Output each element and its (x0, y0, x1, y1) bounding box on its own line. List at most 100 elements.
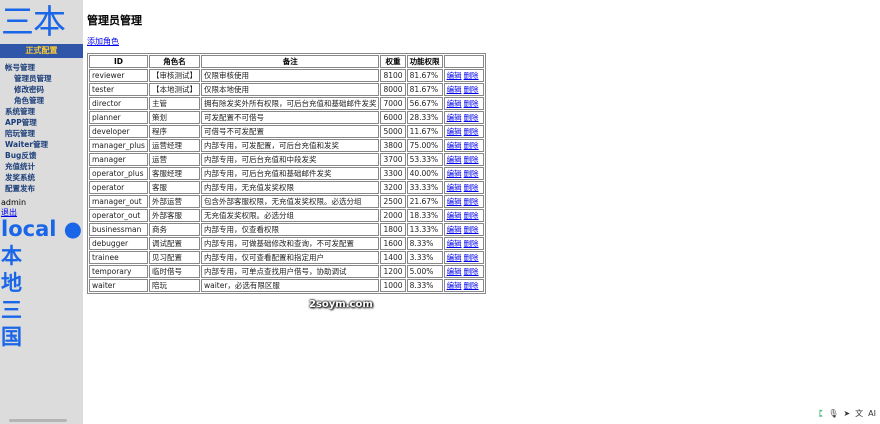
delete-role-link[interactable]: 删除 (464, 253, 479, 262)
edit-role-link[interactable]: 编辑 (447, 113, 462, 122)
edit-role-link[interactable]: 编辑 (447, 127, 462, 136)
table-row: trainee 见习配置 内部专用，仅可查看配置和指定用户 1400 3.33% 编辑 删除 (89, 251, 484, 264)
cell-note: 内部专用，仅可查看配置和指定用户 (200, 251, 380, 264)
cell-role-name: 外部运营 (148, 195, 200, 208)
cell-note: 可借号不可发配置 (200, 125, 380, 138)
cell-note: 内部专用，仅查看权限 (200, 223, 380, 236)
cell-id: temporary (89, 265, 148, 278)
cell-weight: 3800 (380, 139, 406, 152)
cell-weight: 8000 (380, 83, 406, 96)
environment-name-line: 国 (1, 325, 22, 349)
edit-role-link[interactable]: 编辑 (447, 85, 462, 94)
edit-role-link[interactable]: 编辑 (447, 169, 462, 178)
delete-role-link[interactable]: 删除 (464, 141, 479, 150)
cell-role-name: 见习配置 (148, 251, 200, 264)
sidebar-horizontal-scrollbar[interactable] (9, 419, 67, 422)
current-user-name: admin (1, 198, 27, 207)
delete-role-link[interactable]: 删除 (464, 225, 479, 234)
cell-role-name: 外部客服 (148, 209, 200, 222)
table-row: operator 客服 内部专用，无充值发奖权限 3200 33.33% 编辑 删除 (89, 181, 484, 194)
table-row: manager 运营 内部专用，可后台充值和中段发奖 3700 53.33% 编辑 删除 (89, 153, 484, 166)
cell-id: operator (89, 181, 148, 194)
edit-role-link[interactable]: 编辑 (447, 211, 462, 220)
cell-role-name: 客服 (148, 181, 200, 194)
delete-role-link[interactable]: 删除 (464, 267, 479, 276)
cell-id: operator_out (89, 209, 148, 222)
edit-role-link[interactable]: 编辑 (447, 71, 462, 80)
cell-role-name: 程序 (148, 125, 200, 138)
sidebar-item[interactable]: APP管理 (0, 117, 83, 128)
sidebar-subitem[interactable]: 角色管理 (0, 95, 83, 106)
delete-role-link[interactable]: 删除 (464, 127, 479, 136)
cell-role-name: 临时借号 (148, 265, 200, 278)
edit-role-link[interactable]: 编辑 (447, 141, 462, 150)
ai-icon[interactable]: AI (868, 408, 876, 420)
edit-role-link[interactable]: 编辑 (447, 155, 462, 164)
delete-role-link[interactable]: 删除 (464, 71, 479, 80)
sidebar-item[interactable]: 系统管理 (0, 106, 83, 117)
cell-actions: 编辑 删除 (443, 279, 484, 292)
cell-actions: 编辑 删除 (443, 125, 484, 138)
cell-permission: 56.67% (406, 97, 443, 110)
delete-role-link[interactable]: 删除 (464, 239, 479, 248)
edit-role-link[interactable]: 编辑 (447, 99, 462, 108)
delete-role-link[interactable]: 删除 (464, 85, 479, 94)
edit-role-link[interactable]: 编辑 (447, 239, 462, 248)
column-header-id: ID (89, 55, 148, 68)
sidebar-item[interactable]: Waiter管理 (0, 139, 83, 150)
cell-weight: 3200 (380, 181, 406, 194)
cell-weight: 1000 (380, 279, 406, 292)
translate-icon[interactable]: 文 (855, 408, 863, 420)
delete-role-link[interactable]: 删除 (464, 183, 479, 192)
delete-role-link[interactable]: 删除 (464, 155, 479, 164)
cell-note: 内部专用，可单点查找用户借号，协助调试 (200, 265, 380, 278)
sidebar-item[interactable]: 发奖系统 (0, 172, 83, 183)
microphone-icon[interactable]: 🎙 (828, 408, 838, 420)
role-table-body: reviewer 【审核测试】 仅限审核使用 8100 81.67% 编辑 删除 tester… (89, 69, 484, 292)
cell-permission: 11.67% (406, 125, 443, 138)
delete-role-link[interactable]: 删除 (464, 211, 479, 220)
cell-permission: 33.33% (406, 181, 443, 194)
edit-role-link[interactable]: 编辑 (447, 197, 462, 206)
cell-permission: 53.33% (406, 153, 443, 166)
column-header-weight: 权重 (380, 55, 406, 68)
edit-role-link[interactable]: 编辑 (447, 267, 462, 276)
delete-role-link[interactable]: 删除 (464, 113, 479, 122)
edit-role-link[interactable]: 编辑 (447, 281, 462, 290)
delete-role-link[interactable]: 删除 (464, 281, 479, 290)
cell-weight: 1200 (380, 265, 406, 278)
sidebar-item[interactable]: Bug反馈 (0, 150, 83, 161)
cell-weight: 3300 (380, 167, 406, 180)
table-row: manager_plus 运营经理 内部专用，可发配置，可后台充值和发奖 3800 75… (89, 139, 484, 152)
cell-actions: 编辑 删除 (443, 83, 484, 96)
sidebar-subitem[interactable]: 管理员管理 (0, 73, 83, 84)
cell-id: reviewer (89, 69, 148, 82)
cell-id: trainee (89, 251, 148, 264)
sidebar-item[interactable]: 帐号管理 (0, 62, 83, 73)
delete-role-link[interactable]: 删除 (464, 197, 479, 206)
cell-permission: 21.67% (406, 195, 443, 208)
environment-badge: 正式配置 (0, 44, 83, 58)
brand-logo-icon[interactable]: ᛈ (818, 408, 823, 420)
cell-permission: 8.33% (406, 279, 443, 292)
delete-role-link[interactable]: 删除 (464, 99, 479, 108)
edit-role-link[interactable]: 编辑 (447, 183, 462, 192)
send-icon[interactable]: ➤ (843, 408, 850, 420)
cell-note: 内部专用，可做基础修改和查询，不可发配置 (200, 237, 380, 250)
cell-note: 仅限审核使用 (200, 69, 380, 82)
cell-actions: 编辑 删除 (443, 111, 484, 124)
table-row: planner 策划 可发配置不可借号 6000 28.33% 编辑 删除 (89, 111, 484, 124)
cell-weight: 7000 (380, 97, 406, 110)
delete-role-link[interactable]: 删除 (464, 169, 479, 178)
column-header-note: 备注 (200, 55, 380, 68)
sidebar-subitem[interactable]: 修改密码 (0, 84, 83, 95)
cell-id: manager (89, 153, 148, 166)
environment-name-line: local ● (1, 217, 83, 241)
cell-id: debugger (89, 237, 148, 250)
edit-role-link[interactable]: 编辑 (447, 225, 462, 234)
edit-role-link[interactable]: 编辑 (447, 253, 462, 262)
sidebar-item[interactable]: 配置发布 (0, 183, 83, 194)
add-role-link[interactable]: 添加角色 (87, 36, 119, 47)
sidebar-item[interactable]: 陪玩管理 (0, 128, 83, 139)
sidebar-item[interactable]: 充值统计 (0, 161, 83, 172)
